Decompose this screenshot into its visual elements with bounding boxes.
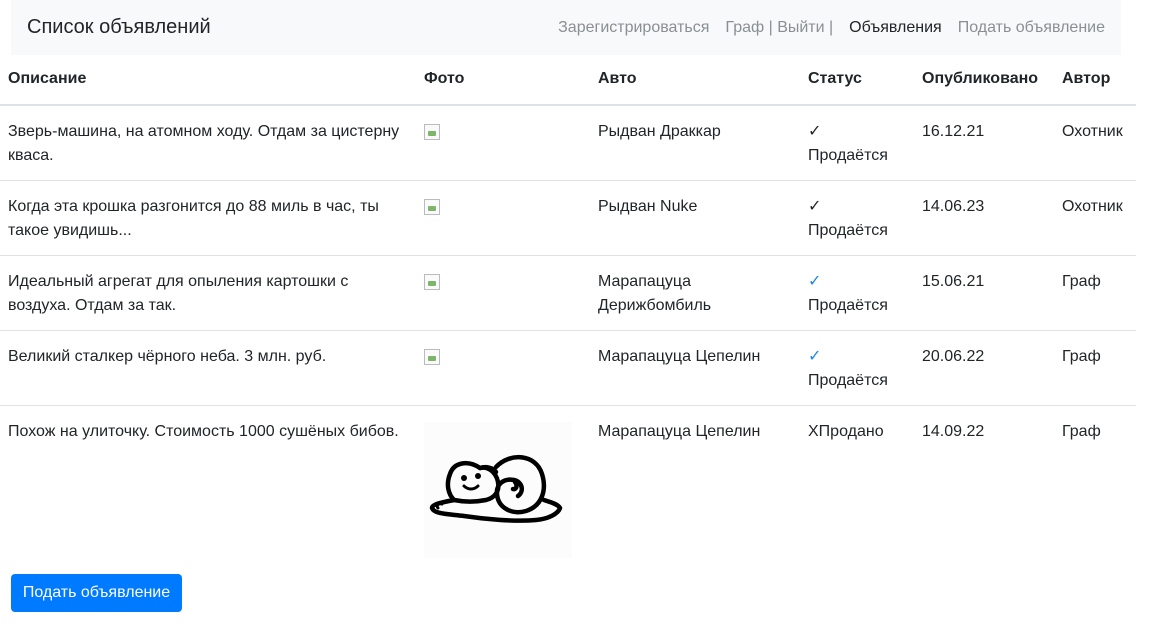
post-ad-button[interactable]: Подать объявление [11,574,182,612]
table-row: Когда эта крошка разгонится до 88 миль в… [0,180,1136,256]
broken-image-icon [424,199,440,215]
nav-ads-link[interactable]: Объявления [849,19,942,37]
cell-photo [416,105,590,181]
nav-links: Зарегистрироваться Граф | Выйти | Объявл… [558,19,1105,37]
broken-image-icon [424,274,440,290]
cell-author: Охотник [1062,123,1123,140]
cell-description: Когда эта крошка разгонится до 88 миль в… [0,180,416,256]
cell-date: 15.06.21 [914,255,1054,331]
cell-description: Зверь-машина, на атомном ходу. Отдам за … [8,123,400,164]
cell-date: 16.12.21 [922,123,985,140]
cell-auto: Марапацуца Дерижбомбиль [590,255,800,331]
check-icon: ✓ [808,198,822,215]
nav-post-ad-link[interactable]: Подать объявление [958,19,1105,37]
check-icon: ✓ [808,123,822,140]
cell-photo [416,255,590,331]
page-title[interactable]: Список объявлений [27,16,558,39]
ads-table: Описание Фото Авто Статус Опубликовано А… [0,56,1136,570]
nav-user-logout-link[interactable]: Граф | Выйти | [725,19,833,37]
snail-image [424,422,572,558]
header-description: Описание [0,56,416,106]
table-header-row: Описание Фото Авто Статус Опубликовано А… [0,56,1136,106]
header-published: Опубликовано [914,56,1054,106]
header-auto: Авто [590,56,800,106]
cell-date: 14.09.22 [914,405,1054,570]
cell-status: ✓ Продаётся [800,330,914,406]
table-row: Идеальный агрегат для опыления картошки … [0,255,1136,331]
cell-auto: Рыдван Драккар [598,123,721,140]
cell-photo [416,405,590,570]
cell-status: ✓ Продаётся [800,255,914,331]
header-status: Статус [800,56,914,106]
cell-author: Охотник [1054,180,1136,256]
check-icon: ✓ [808,273,822,290]
table-row: Великий сталкер чёрного неба. 3 млн. руб… [0,330,1136,406]
cell-status: ✓ Продаётся [800,180,914,256]
status-text: Продано [818,423,884,440]
cross-icon: Х [808,423,819,440]
cell-description: Похож на улиточку. Стоимость 1000 сушёны… [0,405,416,570]
check-icon: ✓ [808,348,822,365]
cell-description: Великий сталкер чёрного неба. 3 млн. руб… [0,330,416,406]
cell-auto: Рыдван Nuke [590,180,800,256]
status-text: Продаётся [808,147,888,164]
cell-auto: Марапацуца Цепелин [590,405,800,570]
cell-description: Идеальный агрегат для опыления картошки … [0,255,416,331]
cell-photo [416,180,590,256]
snail-drawing-icon [429,454,563,523]
cell-author: Граф [1054,330,1136,406]
table-row: Похож на улиточку. Стоимость 1000 сушёны… [0,405,1136,570]
header-photo: Фото [416,56,590,106]
cell-auto: Марапацуца Цепелин [590,330,800,406]
cell-photo [416,330,590,406]
cell-author: Граф [1054,255,1136,331]
status-text: Продаётся [808,297,888,314]
cell-date: 14.06.23 [914,180,1054,256]
cell-status: ХПродано [800,405,914,570]
header-author: Автор [1054,56,1136,106]
table-row: Зверь-машина, на атомном ходу. Отдам за … [0,105,1136,181]
cell-date: 20.06.22 [914,330,1054,406]
cell-author: Граф [1054,405,1136,570]
broken-image-icon [424,124,440,140]
status-text: Продаётся [808,372,888,389]
nav-register-link[interactable]: Зарегистрироваться [558,19,709,37]
broken-image-icon [424,349,440,365]
cell-status: ✓ Продаётся [800,105,914,181]
navbar: Список объявлений Зарегистрироваться Гра… [11,0,1121,55]
status-text: Продаётся [808,222,888,239]
